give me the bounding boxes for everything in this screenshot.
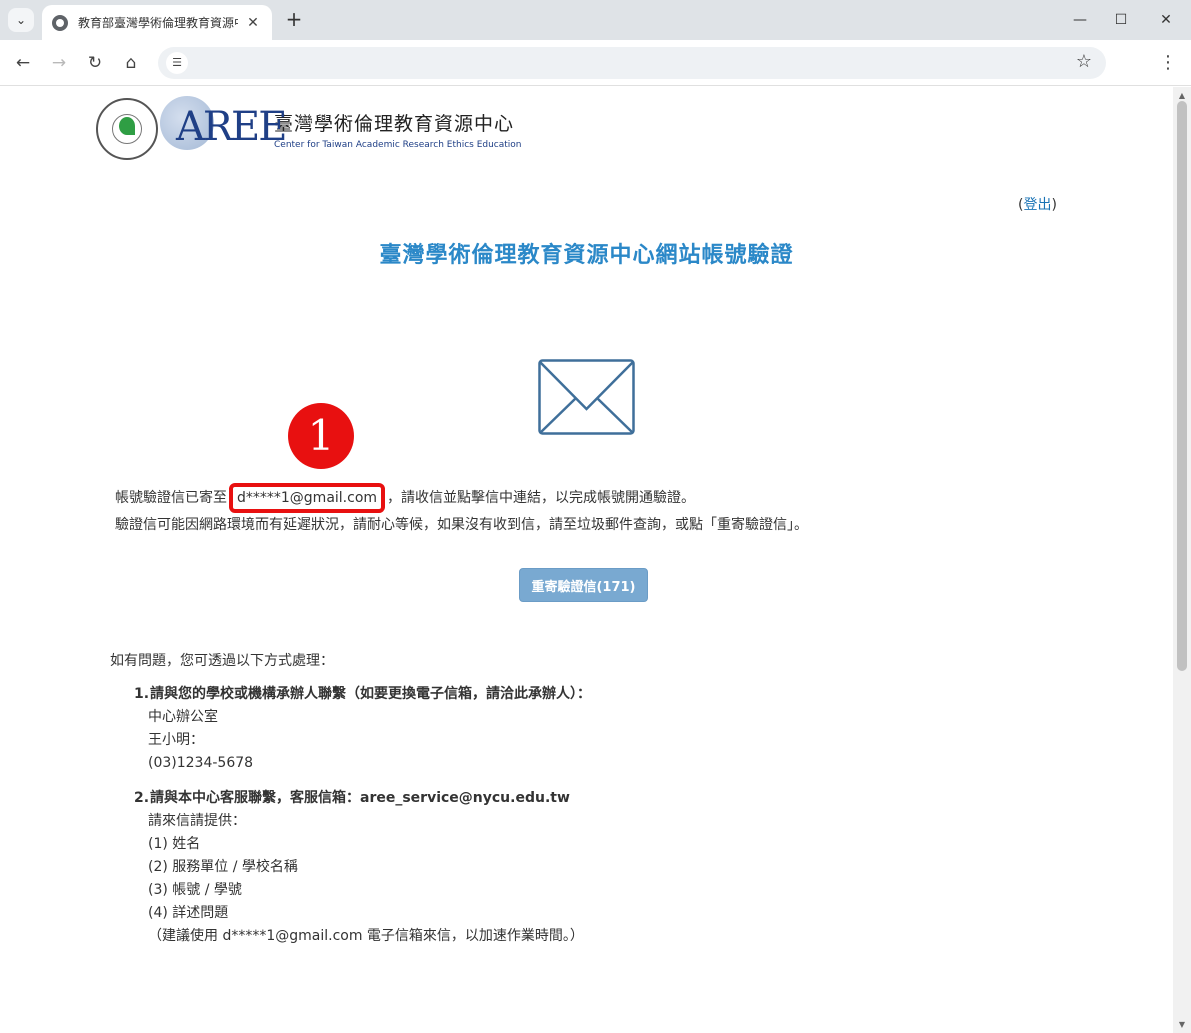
close-window-button[interactable]: ✕ [1146, 6, 1186, 34]
help-item-1-body: 中心辦公室 王小明： (03)1234-5678 [148, 706, 591, 775]
sprout-icon [119, 117, 135, 135]
maximize-button[interactable]: ☐ [1101, 6, 1141, 34]
contact-office: 中心辦公室 [148, 709, 218, 725]
message-suffix: ，請收信並點擊信中連結，以完成帳號開通驗證。 [387, 490, 696, 506]
close-icon[interactable]: ✕ [244, 15, 262, 31]
logout-paren-close: ) [1051, 197, 1057, 213]
scroll-up-arrow-icon[interactable]: ▲ [1177, 91, 1187, 100]
contact-person: 王小明： [148, 732, 204, 748]
help-item-2: 2.請與本中心客服聯繫，客服信箱：aree_service@nycu.edu.t… [134, 787, 591, 948]
envelope-icon [538, 359, 635, 435]
annotation-number-badge: 1 [288, 403, 354, 469]
reload-icon[interactable]: ↻ [81, 49, 109, 77]
chevron-down-icon: ⌄ [15, 13, 27, 27]
site-info-icon[interactable]: ☰ [166, 52, 188, 74]
minimize-button[interactable]: — [1060, 6, 1100, 34]
help-item-1-title: 1.請與您的學校或機構承辦人聯繫（如要更換電子信箱，請洽此承辦人）： [134, 686, 591, 702]
help-item-2-title: 2.請與本中心客服聯繫，客服信箱：aree_service@nycu.edu.t… [134, 790, 570, 806]
page-title: 臺灣學術倫理教育資源中心網站帳號驗證 [379, 243, 794, 268]
contact-phone: (03)1234-5678 [148, 755, 254, 771]
aree-logo: AREE [160, 96, 287, 162]
logout-link[interactable]: 登出 [1023, 197, 1051, 213]
message-prefix: 帳號驗證信已寄至 [115, 490, 227, 506]
scroll-down-arrow-icon[interactable]: ▼ [1177, 1020, 1187, 1029]
page-viewport: AREE 臺灣學術倫理教育資源中心 Center for Taiwan Acad… [0, 87, 1173, 1033]
list-item: (3) 帳號 / 學號 [148, 882, 242, 898]
help-section: 如有問題，您可透過以下方式處理： 1.請與您的學校或機構承辦人聯繫（如要更換電子… [110, 650, 591, 960]
resend-verification-button[interactable]: 重寄驗證信(171) [519, 568, 648, 602]
site-logo[interactable]: AREE 臺灣學術倫理教育資源中心 Center for Taiwan Acad… [96, 96, 522, 162]
browser-tab[interactable]: 教育部臺灣學術倫理教育資源中心 ✕ [42, 5, 272, 40]
tab-title: 教育部臺灣學術倫理教育資源中心 [78, 16, 238, 30]
ministry-of-education-seal [96, 98, 158, 160]
back-arrow-icon[interactable]: ← [9, 49, 37, 77]
browser-toolbar: ← → ↻ ⌂ ☰ ☆ ⋮ [0, 40, 1191, 86]
forward-arrow-icon[interactable]: → [45, 49, 73, 77]
list-item: (2) 服務單位 / 學校名稱 [148, 859, 298, 875]
logout-area: (登出) [1018, 194, 1057, 214]
org-names: 臺灣學術倫理教育資源中心 Center for Taiwan Academic … [274, 109, 522, 150]
globe-icon [52, 14, 68, 31]
help-intro: 如有問題，您可透過以下方式處理： [110, 653, 334, 669]
help-item-2-body: 請來信請提供： (1) 姓名 (2) 服務單位 / 學校名稱 (3) 帳號 / … [148, 810, 591, 948]
browser-tab-bar: ⌄ 教育部臺灣學術倫理教育資源中心 ✕ + — ☐ ✕ [0, 0, 1191, 40]
scrollbar-thumb[interactable] [1177, 101, 1187, 671]
org-name-en: Center for Taiwan Academic Research Ethi… [274, 139, 522, 150]
tab-search-button[interactable]: ⌄ [8, 8, 34, 32]
browser-menu-icon[interactable]: ⋮ [1156, 49, 1180, 77]
list-item: (1) 姓名 [148, 836, 201, 852]
org-name-zh: 臺灣學術倫理教育資源中心 [274, 112, 515, 135]
aree-logo-text: AREE [176, 104, 287, 150]
help-list: 1.請與您的學校或機構承辦人聯繫（如要更換電子信箱，請洽此承辦人）： 中心辦公室… [134, 683, 591, 948]
address-bar[interactable]: ☰ ☆ [158, 47, 1106, 79]
home-icon[interactable]: ⌂ [117, 49, 145, 77]
list-item: （建議使用 d*****1@gmail.com 電子信箱來信，以加速作業時間。） [148, 928, 584, 944]
list-item: 請來信請提供： [148, 813, 246, 829]
email-address-highlight: d*****1@gmail.com [229, 483, 386, 513]
vertical-scrollbar[interactable]: ▲ ▼ [1173, 87, 1191, 1033]
new-tab-button[interactable]: + [282, 8, 306, 32]
verification-message: 帳號驗證信已寄至 d*****1@gmail.com ，請收信並點擊信中連結，以完成… [115, 483, 808, 537]
list-item: (4) 詳述問題 [148, 905, 229, 921]
message-line-1: 帳號驗證信已寄至 d*****1@gmail.com ，請收信並點擊信中連結，以完成… [115, 483, 808, 513]
url-input[interactable] [196, 53, 1056, 73]
bookmark-star-icon[interactable]: ☆ [1076, 51, 1092, 72]
help-item-1: 1.請與您的學校或機構承辦人聯繫（如要更換電子信箱，請洽此承辦人）： 中心辦公室… [134, 683, 591, 775]
message-line-2: 驗證信可能因網路環境而有延遲狀況，請耐心等候，如果沒有收到信，請至垃圾郵件查詢，… [115, 517, 808, 533]
